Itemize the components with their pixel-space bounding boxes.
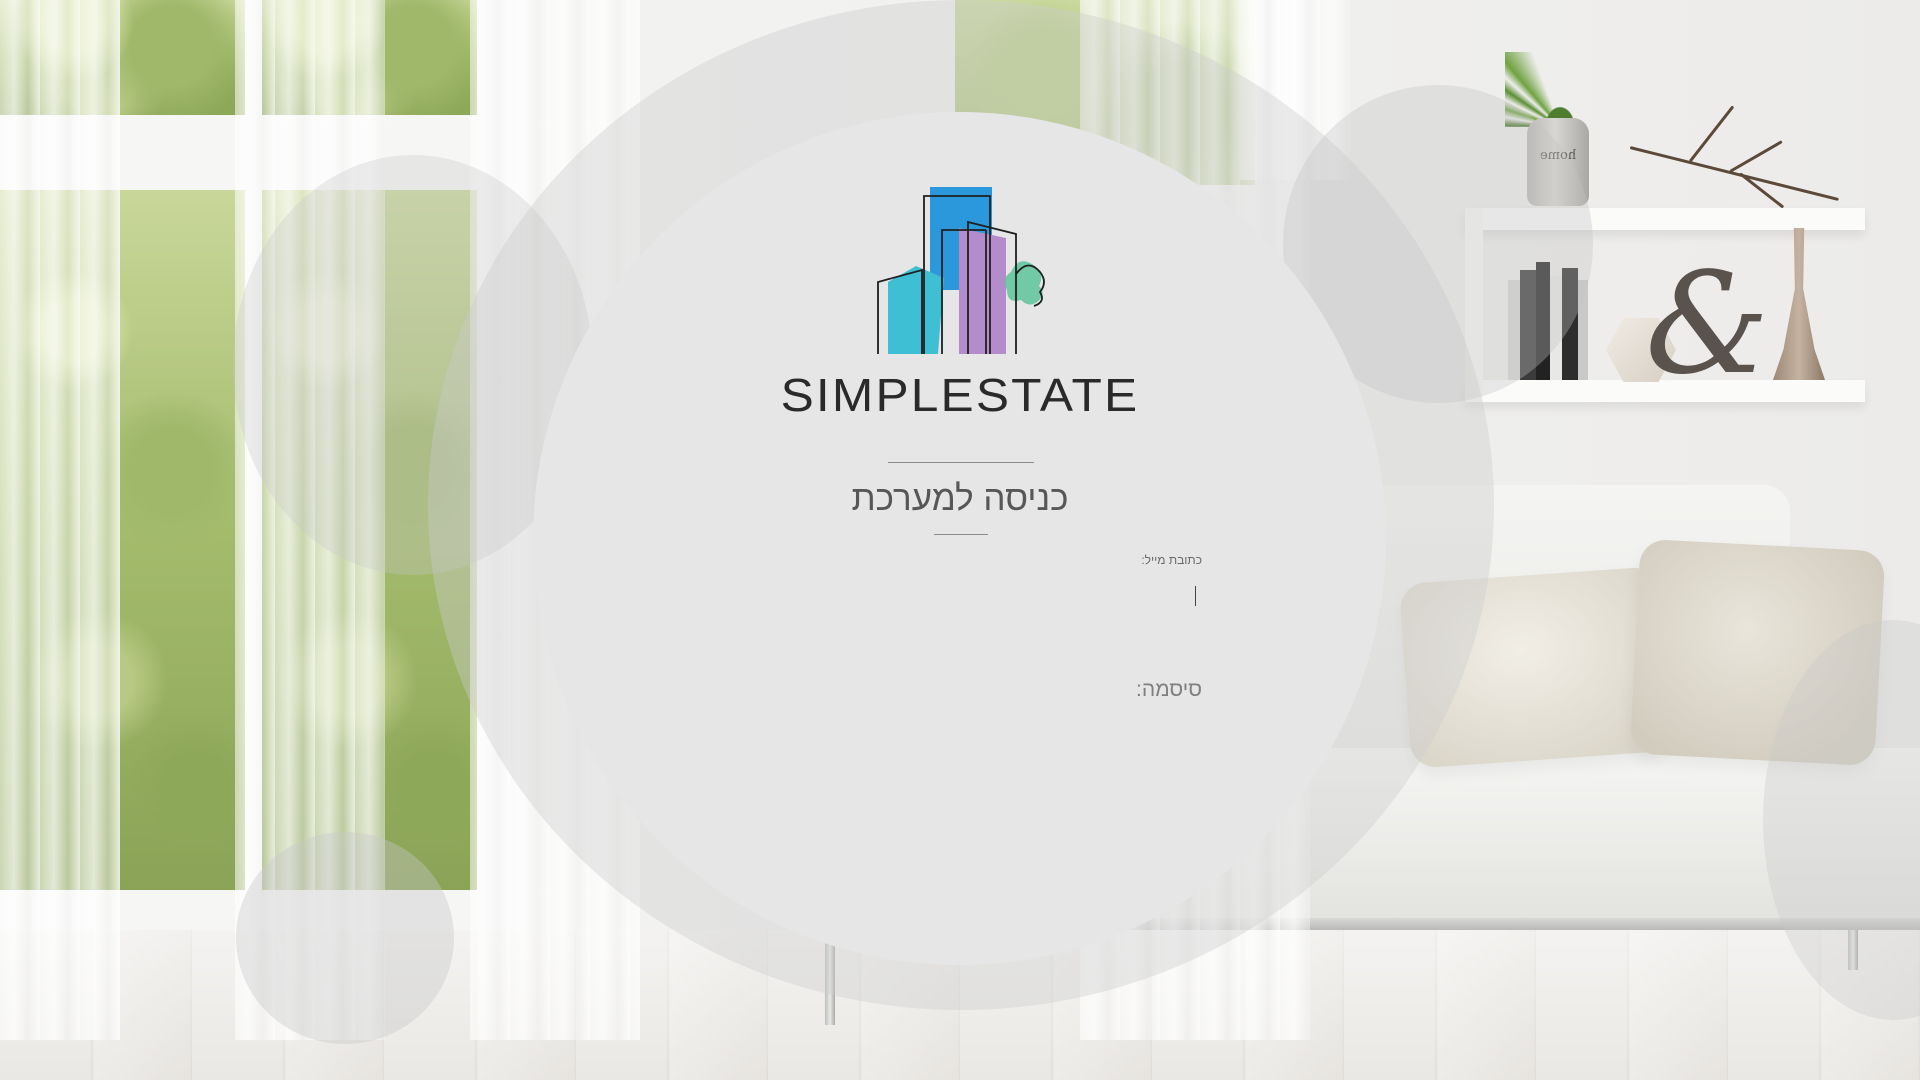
- login-page: home & SIMPLESTATE כניסה למערכת כתובת מי…: [0, 0, 1920, 1080]
- title-divider-bottom: [934, 534, 988, 535]
- login-title: כניסה למערכת: [851, 479, 1069, 518]
- text-caret: [1195, 586, 1196, 606]
- title-divider-top: [888, 462, 1034, 463]
- ampersand-decoration: &: [1645, 243, 1770, 406]
- email-input[interactable]: [782, 580, 1202, 612]
- brand-name: SIMPLESTATE: [780, 369, 1140, 421]
- password-input[interactable]: [782, 712, 1202, 744]
- simplestate-logo-icon: [877, 187, 1045, 354]
- decorative-circle: [236, 832, 454, 1044]
- email-label: כתובת מייל:: [1141, 553, 1202, 567]
- password-label: סיסמה:: [1136, 678, 1202, 701]
- curtain: [0, 0, 120, 1040]
